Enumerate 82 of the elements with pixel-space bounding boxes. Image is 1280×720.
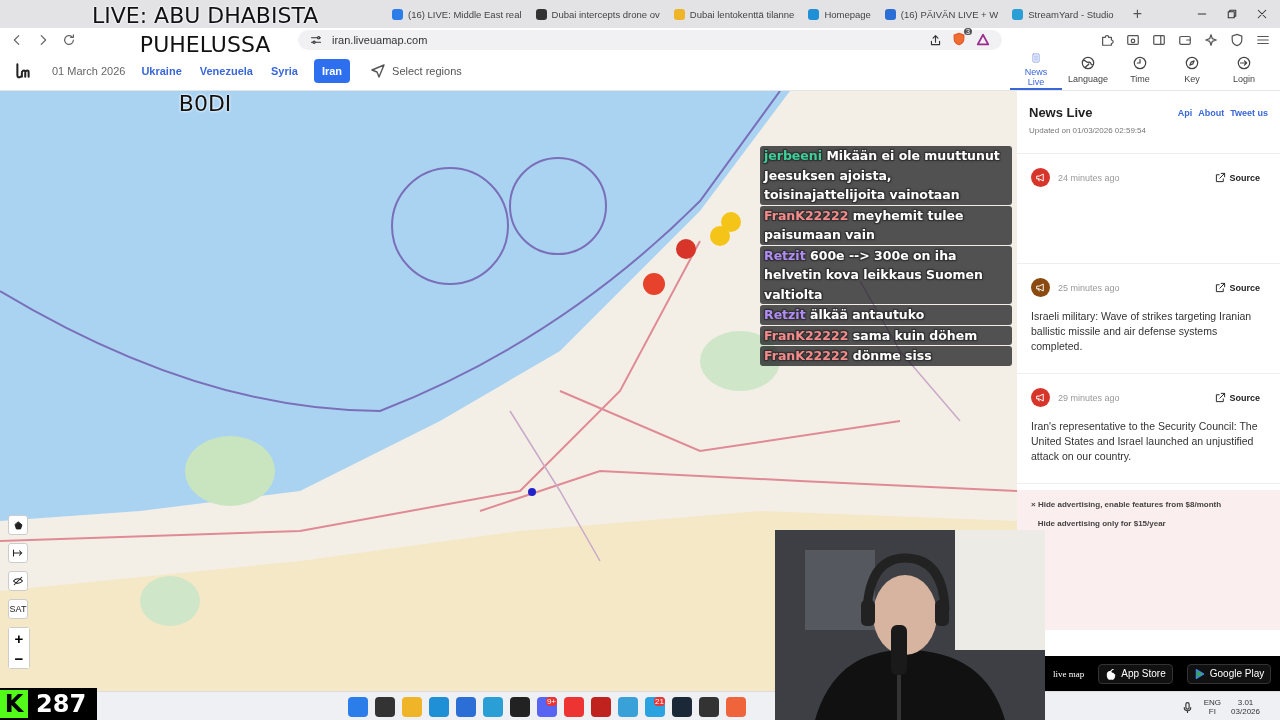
apple-icon <box>1105 667 1118 680</box>
external-link-icon <box>1215 282 1227 293</box>
stream-title: LIVE: ABU DHABISTA <box>92 2 319 30</box>
taskbar-app-icon[interactable] <box>375 697 395 717</box>
shield-outline-icon[interactable] <box>1230 33 1244 47</box>
clock-icon <box>1133 56 1147 70</box>
reload-icon[interactable] <box>62 33 76 47</box>
wallet-icon[interactable] <box>1178 33 1192 47</box>
browser-tab[interactable]: Homepage <box>801 2 878 26</box>
stream-title: PUHELUSSA <box>139 31 271 59</box>
region-label: FI <box>1208 707 1216 716</box>
date-label: 01 March 2026 <box>52 65 126 77</box>
browser-tab[interactable]: StreamYard - Studio <box>1005 2 1121 26</box>
megaphone-icon <box>1035 392 1046 403</box>
nav-tab[interactable]: Language <box>1062 52 1114 90</box>
region-link[interactable]: Syria <box>268 61 300 81</box>
sparkle-icon[interactable] <box>1204 33 1218 47</box>
panel-title: News Live <box>1029 105 1093 120</box>
news-time: 25 minutes ago <box>1058 282 1120 293</box>
kick-logo: K <box>0 690 28 718</box>
viewer-count: 287 <box>36 690 87 718</box>
restore-icon[interactable] <box>1226 8 1238 20</box>
hide-ads-link[interactable]: × Hide advertising, enable features from $8/month <box>1031 500 1266 509</box>
news-time: 24 minutes ago <box>1058 172 1120 183</box>
select-regions-button[interactable]: Select regions <box>364 62 468 80</box>
taskbar-app-icon[interactable]: 9+ <box>537 697 557 717</box>
notification-badge: 9+ <box>545 697 557 706</box>
updated-label: Updated on 01/03/2026 02:59:54 <box>1029 126 1147 135</box>
site-settings-icon[interactable] <box>310 34 322 46</box>
taskbar-app-icon[interactable] <box>699 697 719 717</box>
nav-tab[interactable]: Key <box>1166 52 1218 90</box>
source-link[interactable]: Source <box>1209 391 1266 404</box>
url-text: iran.liveuamap.com <box>332 34 428 46</box>
source-link[interactable]: Source <box>1209 171 1266 184</box>
region-link[interactable]: Ukraine <box>139 61 184 81</box>
browser-tab[interactable]: Dubai lentokenttä tilanne <box>666 2 802 26</box>
panel-link[interactable]: Api <box>1177 107 1193 118</box>
megaphone-icon <box>1035 282 1046 293</box>
external-link-icon <box>1215 392 1227 403</box>
browser-tab[interactable]: (16) LIVE: Middle East real <box>385 2 529 26</box>
site-label: live map <box>1053 668 1085 679</box>
logo-icon[interactable] <box>14 62 32 80</box>
shield-icon[interactable] <box>952 32 966 46</box>
compass-icon <box>1185 56 1199 70</box>
megaphone-icon <box>1035 172 1046 183</box>
hide-ads-link[interactable]: Hide advertising only for $15/year <box>1031 519 1266 528</box>
taskbar-app-icon[interactable] <box>591 697 611 717</box>
navigation-arrow-icon <box>370 63 387 79</box>
language-label: ENG <box>1203 698 1222 707</box>
login-icon <box>1237 56 1251 70</box>
clock-date: 03/2026 <box>1231 707 1260 716</box>
new-tab-button[interactable]: + <box>1126 4 1148 24</box>
puzzle-icon[interactable] <box>1100 33 1114 47</box>
browser-tab[interactable]: Dubai intercepts drone ov <box>528 2 667 26</box>
source-link[interactable]: Source <box>1209 281 1266 294</box>
taskbar-app-icon[interactable] <box>510 697 530 717</box>
news-time: 29 minutes ago <box>1058 392 1120 403</box>
external-link-icon <box>1215 172 1227 183</box>
triangle-icon[interactable] <box>976 33 990 47</box>
google-play-button[interactable]: Google Play <box>1186 663 1272 684</box>
play-icon <box>1193 667 1206 680</box>
menu-icon[interactable] <box>1256 33 1270 47</box>
sidebar-icon[interactable] <box>1152 33 1166 47</box>
app-store-button[interactable]: App Store <box>1098 663 1173 684</box>
panel-link[interactable]: Tweet us <box>1230 107 1268 118</box>
browser-tab[interactable]: (16) PÄIVÄN LIVE + W <box>877 2 1006 26</box>
clock-time: 3.01 <box>1237 698 1254 707</box>
region-link[interactable]: Iran <box>313 59 351 83</box>
news-text: Iran's representative to the Security Council: The United States and Israel launched an unjustified attack on our country. <box>1031 419 1259 464</box>
notification-badge: 21 <box>654 697 665 706</box>
close-icon[interactable] <box>1256 8 1268 20</box>
nav-tab[interactable]: Login <box>1218 52 1270 90</box>
share-icon[interactable] <box>929 33 942 47</box>
nav-tab[interactable]: Time <box>1114 52 1166 90</box>
globe-icon <box>1081 56 1095 70</box>
region-link[interactable]: Venezuela <box>197 61 255 81</box>
news-text: Israeli military: Wave of strikes targeting Iranian ballistic missile and air defense systems completed. <box>1031 309 1253 354</box>
news-list-icon <box>1029 53 1043 63</box>
taskbar-app-icon[interactable]: 21 <box>645 697 665 717</box>
tab-search-icon[interactable] <box>1126 33 1140 47</box>
panel-link[interactable]: About <box>1198 107 1225 118</box>
taskbar-app-icon[interactable] <box>672 697 692 717</box>
